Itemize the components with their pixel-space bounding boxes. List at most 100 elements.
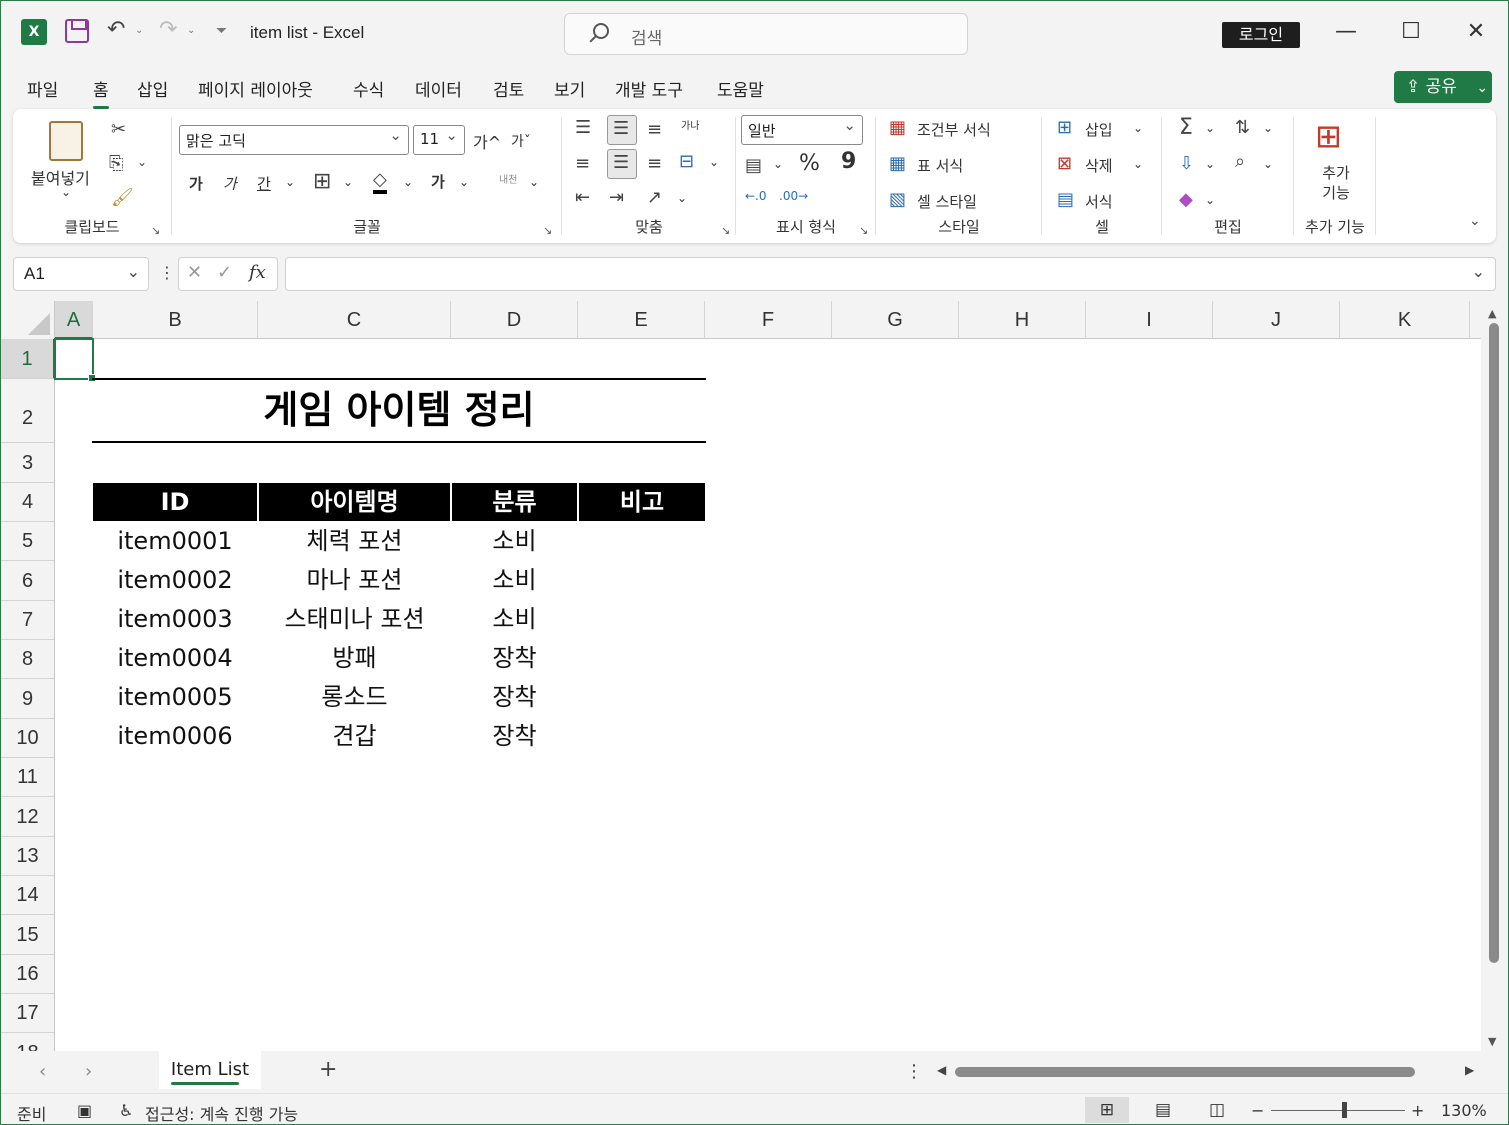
- tab-developer[interactable]: 개발 도구: [615, 76, 683, 101]
- insert-cells-button[interactable]: 삽입: [1085, 119, 1113, 140]
- scroll-down-icon[interactable]: ▼: [1488, 1035, 1496, 1048]
- row-header-3[interactable]: 3: [1, 443, 55, 483]
- close-icon[interactable]: ✕: [1461, 19, 1491, 44]
- maximize-icon[interactable]: ☐: [1396, 19, 1426, 44]
- cell-item-name[interactable]: 스태미나 포션: [259, 600, 450, 639]
- cell-category[interactable]: 장착: [452, 717, 577, 756]
- minimize-icon[interactable]: —: [1331, 19, 1361, 44]
- wrap-text-button[interactable]: 가나: [681, 117, 699, 132]
- column-header-j[interactable]: J: [1213, 301, 1340, 339]
- underline-button[interactable]: 간: [257, 173, 271, 194]
- column-header-e[interactable]: E: [578, 301, 705, 339]
- font-name-combo[interactable]: 맑은 고딕: [179, 125, 409, 155]
- font-color-button[interactable]: 가: [431, 171, 445, 192]
- normal-view-icon[interactable]: ⊞: [1085, 1097, 1129, 1123]
- tab-file[interactable]: 파일: [27, 76, 58, 101]
- increase-indent-icon[interactable]: ⇥: [609, 187, 624, 208]
- scroll-left-icon[interactable]: ◀: [937, 1063, 946, 1077]
- row-header-13[interactable]: 13: [1, 837, 55, 876]
- decrease-decimal-icon[interactable]: .00→: [779, 189, 808, 203]
- tab-data[interactable]: 데이터: [415, 76, 462, 101]
- format-table-button[interactable]: 표 서식: [917, 155, 963, 176]
- font-launcher-icon[interactable]: ↘: [543, 224, 552, 237]
- comma-style-button[interactable]: 9: [841, 149, 856, 174]
- column-header-d[interactable]: D: [451, 301, 578, 339]
- row-header-12[interactable]: 12: [1, 797, 55, 837]
- cell-id[interactable]: item0002: [93, 561, 257, 600]
- copy-dropdown-icon[interactable]: ⌄: [137, 155, 147, 169]
- insert-function-icon[interactable]: fx: [249, 262, 266, 283]
- row-header-18[interactable]: 18: [1, 1033, 55, 1051]
- cell-item-name[interactable]: 체력 포션: [259, 522, 450, 561]
- fill-icon[interactable]: ⇩: [1179, 153, 1194, 174]
- name-box[interactable]: A1 ⌄: [13, 257, 149, 291]
- row-header-10[interactable]: 10: [1, 719, 55, 758]
- more-options-icon[interactable]: ⋮: [159, 263, 175, 282]
- font-color-dropdown-icon[interactable]: ⌄: [459, 175, 469, 189]
- increase-decimal-icon[interactable]: ←.0: [745, 189, 767, 203]
- cut-icon[interactable]: ✂: [111, 119, 126, 140]
- save-icon[interactable]: [65, 19, 89, 43]
- sort-filter-icon[interactable]: ⇅: [1235, 117, 1250, 138]
- undo-dropdown-icon[interactable]: ⌄: [135, 25, 143, 36]
- tab-home[interactable]: 홈: [93, 76, 109, 109]
- sheet-tab-item-list[interactable]: Item List: [159, 1051, 261, 1089]
- grow-font-button[interactable]: 가^: [473, 129, 501, 153]
- page-layout-view-icon[interactable]: ▤: [1141, 1097, 1185, 1123]
- tab-help[interactable]: 도움말: [717, 76, 764, 101]
- table-header-item-name[interactable]: 아이템명: [259, 483, 450, 521]
- shrink-font-button[interactable]: 가ˇ: [511, 131, 531, 151]
- merge-dropdown-icon[interactable]: ⌄: [709, 155, 719, 169]
- horizontal-scroll-thumb[interactable]: [955, 1067, 1415, 1077]
- row-header-15[interactable]: 15: [1, 915, 55, 955]
- name-box-dropdown-icon[interactable]: ⌄: [127, 262, 140, 282]
- cell-id[interactable]: item0005: [93, 678, 257, 717]
- tab-split-handle-icon[interactable]: ⋮: [905, 1061, 923, 1082]
- share-button[interactable]: ⇪ 공유 ⌄: [1394, 71, 1492, 103]
- cell-styles-button[interactable]: 셀 스타일: [917, 191, 977, 212]
- row-header-2[interactable]: 2: [1, 379, 55, 443]
- merge-center-icon[interactable]: ⊟: [679, 151, 694, 172]
- find-select-icon[interactable]: ⌕: [1235, 151, 1245, 172]
- tab-insert[interactable]: 삽입: [137, 76, 168, 101]
- horizontal-scrollbar[interactable]: ◀ ▶: [937, 1061, 1477, 1083]
- expand-formula-icon[interactable]: ⌄: [1472, 262, 1485, 281]
- page-break-view-icon[interactable]: ◫: [1195, 1097, 1239, 1123]
- formula-input[interactable]: ⌄: [285, 257, 1496, 291]
- table-header-note[interactable]: 비고: [579, 483, 705, 521]
- table-header-category[interactable]: 분류: [452, 483, 577, 521]
- row-header-6[interactable]: 6: [1, 561, 55, 601]
- cell-id[interactable]: item0004: [93, 639, 257, 678]
- cell-id[interactable]: item0006: [93, 717, 257, 756]
- orientation-icon[interactable]: ↗: [647, 187, 662, 208]
- cell-category[interactable]: 소비: [452, 522, 577, 561]
- row-header-1[interactable]: 1: [1, 339, 55, 379]
- cell-category[interactable]: 소비: [452, 600, 577, 639]
- macro-record-icon[interactable]: ▣: [77, 1101, 92, 1120]
- search-box[interactable]: 검색: [564, 13, 968, 55]
- add-sheet-button[interactable]: +: [319, 1057, 337, 1082]
- column-header-b[interactable]: B: [93, 301, 258, 339]
- cell-item-name[interactable]: 롱소드: [259, 678, 450, 717]
- font-size-combo[interactable]: 11: [413, 125, 465, 155]
- orientation-dropdown-icon[interactable]: ⌄: [677, 191, 687, 205]
- align-top-icon[interactable]: ☰: [575, 117, 591, 138]
- column-header-f[interactable]: F: [705, 301, 832, 339]
- autosum-icon[interactable]: Σ: [1179, 115, 1193, 140]
- row-header-7[interactable]: 7: [1, 601, 55, 640]
- cell-item-name[interactable]: 마나 포션: [259, 561, 450, 600]
- worksheet-grid[interactable]: A B C D E F G H I J K 1 2 3 4 5 6 7 8 9 …: [1, 301, 1481, 1051]
- format-painter-icon[interactable]: 🖌: [111, 187, 134, 208]
- borders-dropdown-icon[interactable]: ⌄: [343, 175, 353, 189]
- italic-button[interactable]: 가: [223, 173, 237, 194]
- fill-dropdown-icon[interactable]: ⌄: [1205, 157, 1215, 171]
- fill-color-dropdown-icon[interactable]: ⌄: [403, 175, 413, 189]
- vertical-scrollbar[interactable]: ▲ ▼: [1481, 301, 1508, 1051]
- copy-icon[interactable]: ⎘: [109, 153, 123, 174]
- column-header-k[interactable]: K: [1340, 301, 1470, 339]
- delete-cells-button[interactable]: 삭제: [1085, 155, 1113, 176]
- cell-item-name[interactable]: 방패: [259, 639, 450, 678]
- row-header-8[interactable]: 8: [1, 640, 55, 679]
- table-header-id[interactable]: ID: [93, 483, 257, 521]
- sheet-title-cell[interactable]: 게임 아이템 정리: [92, 378, 706, 443]
